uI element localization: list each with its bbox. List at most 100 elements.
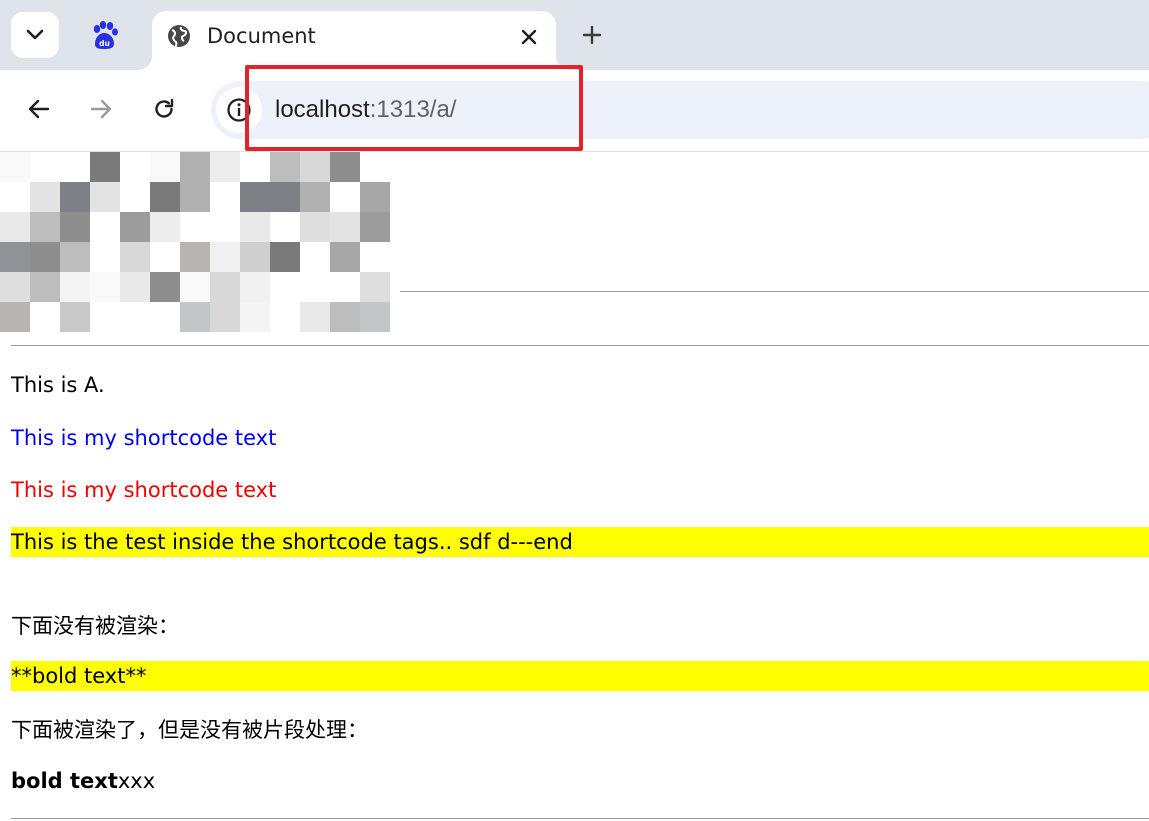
tab-document[interactable]: Document [138, 11, 570, 70]
mosaic-cell [90, 272, 120, 302]
mosaic-cell [120, 152, 150, 182]
mosaic-cell [30, 182, 60, 212]
mosaic-cell [300, 302, 330, 332]
mosaic-cell [90, 302, 120, 332]
mosaic-cell [150, 152, 180, 182]
mosaic-cell [330, 212, 360, 242]
mosaic-cell [0, 272, 30, 302]
site-info-button[interactable] [216, 87, 262, 133]
mosaic-cell [240, 302, 270, 332]
mosaic-cell [30, 212, 60, 242]
mosaic-cell [150, 182, 180, 212]
plus-icon [582, 25, 602, 45]
mosaic-cell [300, 272, 330, 302]
paragraph-not-rendered-label: 下面没有被渲染： [11, 614, 179, 638]
horizontal-rule [11, 345, 1149, 346]
mosaic-cell [330, 152, 360, 182]
browser-window: du Document localhost:1313/a/ This is A.… [0, 0, 1149, 821]
raw-markdown-bold-highlighted: **bold text** [11, 661, 1149, 691]
mosaic-cell [270, 152, 300, 182]
paragraph-rendered-label: 下面被渲染了，但是没有被片段处理： [11, 718, 368, 742]
pinned-tab-baidu[interactable]: du [82, 14, 126, 56]
mosaic-cell [60, 182, 90, 212]
mosaic-cell [300, 182, 330, 212]
tab-close-button[interactable] [516, 24, 542, 50]
mosaic-cell [120, 212, 150, 242]
mosaic-cell [360, 272, 390, 302]
mosaic-cell [180, 182, 210, 212]
mosaic-cell [360, 212, 390, 242]
shortcode-text-blue: This is my shortcode text [11, 426, 277, 450]
paragraph-a: This is A. [11, 373, 105, 397]
chevron-down-icon [26, 29, 44, 40]
mosaic-cell [210, 182, 240, 212]
mosaic-cell [90, 152, 120, 182]
url-text[interactable]: localhost:1313/a/ [275, 96, 456, 124]
horizontal-rule [400, 291, 1149, 292]
url-host: localhost [275, 96, 370, 123]
mosaic-cell [300, 152, 330, 182]
address-bar[interactable]: localhost:1313/a/ [211, 81, 1149, 139]
mosaic-cell [30, 242, 60, 272]
mosaic-cell [150, 302, 180, 332]
svg-text:du: du [99, 39, 110, 48]
new-tab-button[interactable] [572, 15, 612, 55]
mosaic-cell [150, 212, 180, 242]
mosaic-cell [180, 212, 210, 242]
mosaic-cell [360, 242, 390, 272]
shortcode-inner-text-highlighted: This is the test inside the shortcode ta… [11, 527, 1149, 557]
mosaic-cell [60, 242, 90, 272]
mosaic-cell [150, 242, 180, 272]
mosaic-cell [240, 152, 270, 182]
mosaic-cell [240, 212, 270, 242]
forward-button[interactable] [80, 88, 122, 130]
mosaic-cell [90, 182, 120, 212]
mosaic-cell [210, 212, 240, 242]
mosaic-cell [180, 242, 210, 272]
mosaic-cell [180, 302, 210, 332]
close-icon [521, 29, 537, 45]
mosaic-cell [270, 242, 300, 272]
tab-search-button[interactable] [11, 12, 59, 58]
globe-icon [168, 25, 190, 47]
shortcode-text-red: This is my shortcode text [11, 478, 277, 502]
reload-button[interactable] [143, 88, 185, 130]
mosaic-cell [150, 272, 180, 302]
page-content: This is A. This is my shortcode text Thi… [0, 152, 1149, 821]
reload-icon [155, 98, 174, 118]
mosaic-cell [60, 302, 90, 332]
mosaic-cell [330, 272, 360, 302]
mosaic-cell [0, 242, 30, 272]
mosaic-cell [60, 212, 90, 242]
rendered-bold-paragraph: bold textxxx [11, 766, 155, 796]
tab-curve [138, 56, 152, 70]
tab-curve [556, 56, 570, 70]
mosaic-cell [0, 302, 30, 332]
mosaic-cell [120, 182, 150, 212]
mosaic-cell [90, 212, 120, 242]
mosaic-cell [240, 242, 270, 272]
mosaic-cell [0, 182, 30, 212]
mosaic-cell [360, 152, 390, 182]
mosaic-cell [90, 242, 120, 272]
mosaic-cell [330, 302, 360, 332]
mosaic-cell [270, 212, 300, 242]
mosaic-cell [360, 182, 390, 212]
mosaic-cell [270, 182, 300, 212]
tab-strip: du Document [0, 0, 1149, 70]
mosaic-cell [300, 242, 330, 272]
pixelated-redacted-image [0, 152, 400, 340]
mosaic-cell [60, 272, 90, 302]
mosaic-cell [30, 152, 60, 182]
mosaic-cell [30, 272, 60, 302]
mosaic-cell [210, 152, 240, 182]
mosaic-cell [270, 302, 300, 332]
mosaic-cell [0, 212, 30, 242]
mosaic-cell [120, 302, 150, 332]
mosaic-cell [60, 152, 90, 182]
mosaic-cell [270, 272, 300, 302]
mosaic-cell [180, 152, 210, 182]
mosaic-cell [30, 302, 60, 332]
back-button[interactable] [18, 88, 60, 130]
baidu-paw-icon: du [93, 21, 118, 49]
